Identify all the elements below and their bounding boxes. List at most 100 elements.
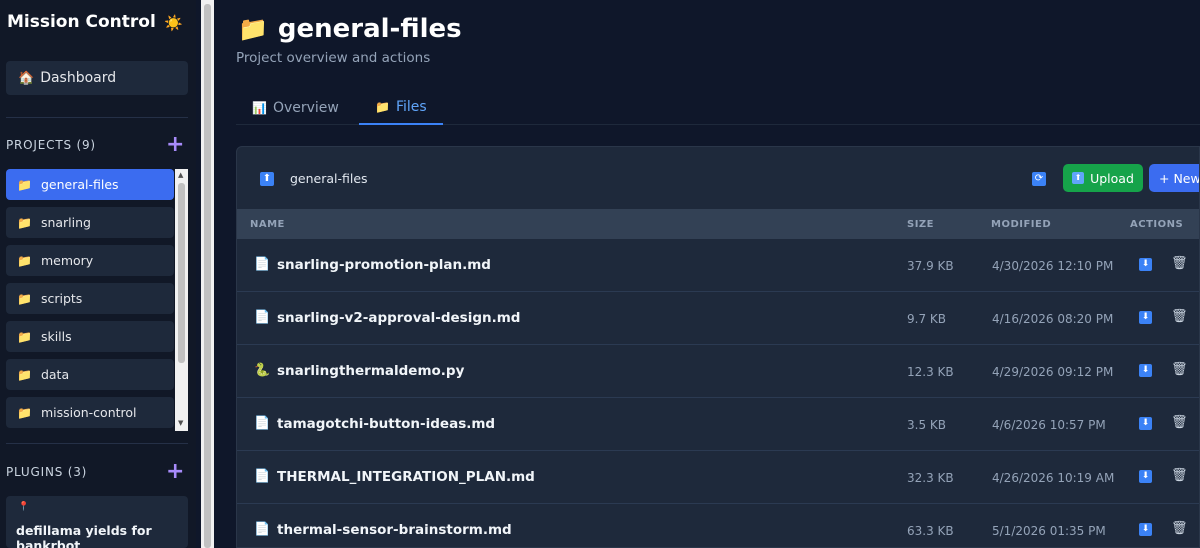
add-project-button[interactable]: + [166,134,184,156]
folder-icon: 📁 [17,329,32,344]
table-row[interactable]: 📄 THERMAL_INTEGRATION_PLAN.md 32.3 KB 4/… [237,451,1199,504]
download-icon[interactable]: ⬇ [1139,258,1152,271]
file-modified: 4/30/2026 12:10 PM [992,259,1114,273]
file-name[interactable]: snarling-v2-approval-design.md [277,310,520,326]
table-row[interactable]: 📄 tamagotchi-button-ideas.md 3.5 KB 4/6/… [237,398,1199,451]
folder-icon: 📁 [238,15,268,43]
trash-icon[interactable]: 🗑 [1171,521,1188,536]
file-size: 3.5 KB [907,418,946,432]
sidebar-item-snarling[interactable]: 📁 snarling [6,207,174,238]
tab-bar: 📊 Overview 📁 Files [236,90,1200,125]
sidebar-item-scripts[interactable]: 📁 scripts [6,283,174,314]
sidebar-item-dashboard[interactable]: 🏠 Dashboard [6,61,188,95]
sidebar: Mission Control ☀️ 🏠 Dashboard PROJECTS … [0,0,196,548]
table-row[interactable]: 📄 snarling-promotion-plan.md 37.9 KB 4/3… [237,239,1199,292]
tab-overview[interactable]: 📊 Overview [236,90,355,125]
files-toolbar: ⬆ general-files ⟳ ⬆ Upload + New [237,147,1199,209]
projects-section-title: PROJECTS (9) [6,138,96,152]
file-size: 12.3 KB [907,365,954,379]
brand-title: Mission Control [7,12,156,32]
trash-icon[interactable]: 🗑 [1171,468,1188,483]
table-row[interactable]: 📄 snarling-v2-approval-design.md 9.7 KB … [237,292,1199,345]
project-list-scrollbar[interactable]: ▲ ▼ [175,169,188,431]
column-header-size[interactable]: SIZE [907,219,934,230]
sidebar-item-label: memory [40,253,94,268]
page-title: 📁 general-files [238,14,462,44]
sidebar-item-mission-control[interactable]: 📁 mission-control [6,397,174,428]
column-header-modified[interactable]: MODIFIED [991,219,1051,230]
scroll-down-icon[interactable]: ▼ [178,419,183,427]
plugin-title: defillama yields for bankrbot [16,523,152,548]
folder-icon: 📁 [17,177,32,192]
file-size: 63.3 KB [907,524,954,538]
trash-icon[interactable]: 🗑 [1171,256,1188,271]
upload-label: Upload [1090,170,1134,186]
scrollbar-thumb[interactable] [204,4,211,548]
download-icon[interactable]: ⬇ [1139,523,1152,536]
download-icon[interactable]: ⬇ [1139,311,1152,324]
file-name[interactable]: THERMAL_INTEGRATION_PLAN.md [277,469,535,485]
table-header: NAME SIZE MODIFIED ACTIONS [237,209,1199,239]
column-header-name[interactable]: NAME [250,219,285,230]
file-name[interactable]: tamagotchi-button-ideas.md [277,416,495,432]
upload-button[interactable]: ⬆ Upload [1063,164,1143,192]
home-icon: 🏠 [18,70,35,86]
file-icon: 📄 [254,522,271,537]
file-size: 32.3 KB [907,471,954,485]
sidebar-item-label: general-files [40,177,119,192]
files-panel: ⬆ general-files ⟳ ⬆ Upload + New NAME SI… [236,146,1200,548]
file-size: 37.9 KB [907,259,954,273]
folder-icon: 📁 [17,215,32,230]
file-modified: 4/6/2026 10:57 PM [992,418,1106,432]
tab-files[interactable]: 📁 Files [359,90,443,125]
new-button[interactable]: + New [1149,164,1199,192]
scroll-up-icon[interactable]: ▲ [178,171,183,179]
python-file-icon: 🐍 [254,363,271,378]
download-icon[interactable]: ⬇ [1139,364,1152,377]
parent-folder-icon[interactable]: ⬆ [260,172,274,186]
trash-icon[interactable]: 🗑 [1171,362,1188,377]
sidebar-item-label: mission-control [40,405,137,420]
download-icon[interactable]: ⬇ [1139,470,1152,483]
sidebar-item-memory[interactable]: 📁 memory [6,245,174,276]
file-size: 9.7 KB [907,312,946,326]
refresh-icon[interactable]: ⟳ [1032,172,1046,186]
tab-label: Overview [272,99,339,116]
file-name[interactable]: thermal-sensor-brainstorm.md [277,522,512,538]
trash-icon[interactable]: 🗑 [1171,309,1188,324]
file-modified: 4/26/2026 10:19 AM [992,471,1115,485]
page-subtitle: Project overview and actions [236,50,431,66]
file-icon: 📄 [254,469,271,484]
sidebar-item-general-files[interactable]: 📁 general-files [6,169,174,200]
trash-icon[interactable]: 🗑 [1171,415,1188,430]
sidebar-item-label: scripts [40,291,83,306]
column-header-actions: ACTIONS [1130,219,1184,230]
scrollbar-thumb[interactable] [178,183,185,363]
file-name[interactable]: snarlingthermaldemo.py [277,363,464,379]
sidebar-item-label: skills [40,329,72,344]
folder-icon: 📁 [17,367,32,382]
file-icon: 📄 [254,416,271,431]
download-icon[interactable]: ⬇ [1139,417,1152,430]
file-icon: 📄 [254,257,271,272]
main-content: 📁 general-files Project overview and act… [214,0,1200,548]
plugin-card[interactable]: 📍 defillama yields for bankrbot [6,496,188,548]
folder-icon: 📁 [17,405,32,420]
chart-icon: 📊 [252,100,267,115]
page-title-text: general-files [277,14,462,44]
sidebar-item-label: snarling [40,215,91,230]
file-name[interactable]: snarling-promotion-plan.md [277,257,491,273]
sidebar-item-skills[interactable]: 📁 skills [6,321,174,352]
theme-toggle-icon[interactable]: ☀️ [164,14,183,32]
table-row[interactable]: 🐍 snarlingthermaldemo.py 12.3 KB 4/29/20… [237,345,1199,398]
sidebar-scrollbar[interactable] [201,0,214,548]
upload-icon: ⬆ [1072,172,1085,184]
folder-icon: 📁 [17,253,32,268]
add-plugin-button[interactable]: + [166,461,184,483]
file-icon: 📄 [254,310,271,325]
file-modified: 4/16/2026 08:20 PM [992,312,1114,326]
sidebar-item-data[interactable]: 📁 data [6,359,174,390]
file-modified: 4/29/2026 09:12 PM [992,365,1114,379]
table-row[interactable]: 📄 thermal-sensor-brainstorm.md 63.3 KB 5… [237,504,1199,547]
plugins-section-title: PLUGINS (3) [6,465,88,479]
